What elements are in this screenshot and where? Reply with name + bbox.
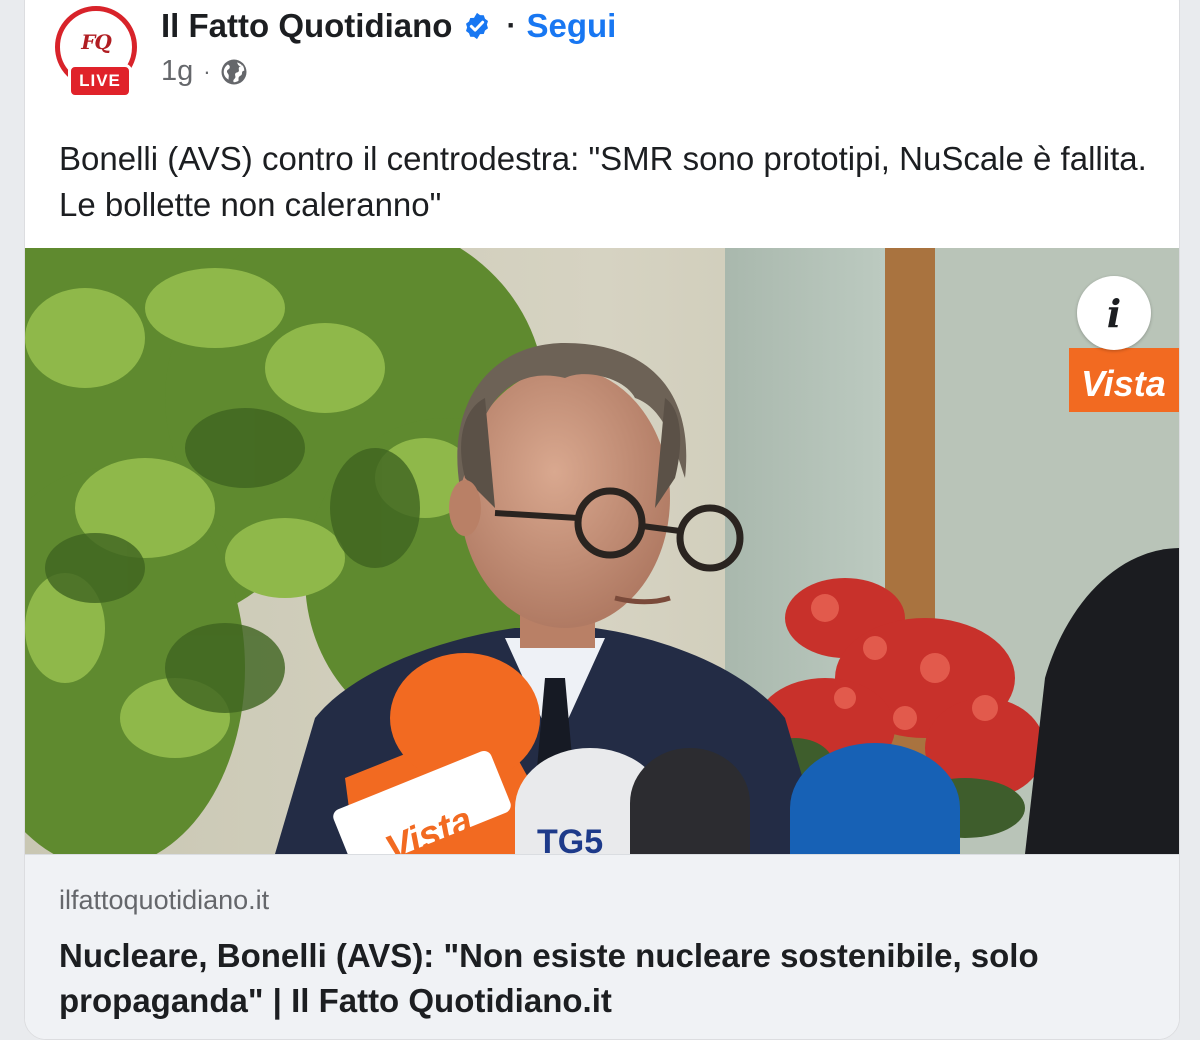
post-caption: Bonelli (AVS) contro il centrodestra: "S…	[59, 140, 1147, 223]
vista-watermark: Vista	[1081, 363, 1166, 404]
meta-separator: ·	[203, 58, 211, 84]
link-preview-image[interactable]: Vista Vista TG5 i	[25, 248, 1179, 854]
live-badge: LIVE	[68, 64, 132, 98]
link-preview-footer[interactable]: ilfattoquotidiano.it Nucleare, Bonelli (…	[25, 854, 1179, 1039]
info-button[interactable]: i	[1077, 276, 1151, 350]
post-meta: 1g ·	[161, 55, 249, 88]
post-header: FQ LIVE Il Fatto Quotidiano · Segui 1g ·	[25, 1, 1179, 101]
link-domain: ilfattoquotidiano.it	[59, 885, 270, 915]
page-name[interactable]: Il Fatto Quotidiano	[161, 7, 452, 45]
news-photo: Vista Vista TG5	[25, 248, 1179, 854]
post-card: FQ LIVE Il Fatto Quotidiano · Segui 1g ·	[24, 0, 1180, 1040]
header-separator: ·	[506, 9, 517, 42]
verified-badge-icon	[462, 11, 492, 41]
page-name-row: Il Fatto Quotidiano · Segui	[161, 5, 616, 47]
avatar-logo: FQ	[81, 30, 112, 54]
globe-icon	[219, 57, 249, 87]
link-title[interactable]: Nucleare, Bonelli (AVS): "Non esiste nuc…	[59, 933, 1149, 1023]
post-timestamp[interactable]: 1g	[161, 55, 193, 88]
mic-label-tg5: TG5	[537, 823, 603, 854]
follow-button[interactable]: Segui	[526, 7, 616, 45]
